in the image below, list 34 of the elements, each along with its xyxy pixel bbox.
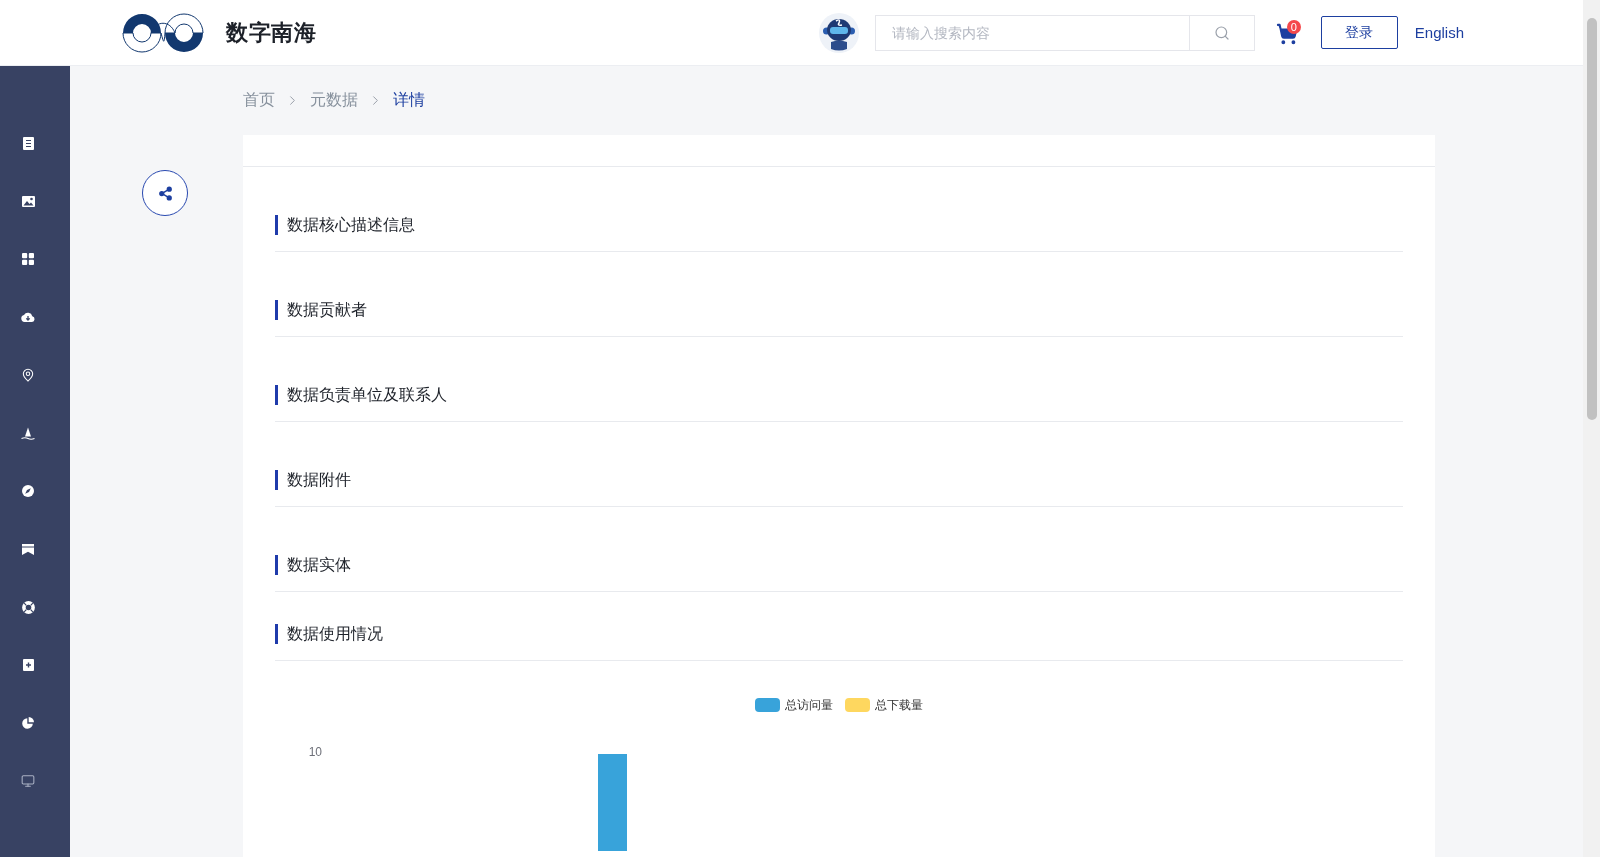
- cart-count-badge: 0: [1286, 20, 1301, 34]
- share-button[interactable]: [142, 170, 188, 216]
- grid-icon: [22, 253, 34, 265]
- section-title: 数据负责单位及联系人: [275, 385, 447, 405]
- document-icon: [22, 136, 34, 150]
- scrollbar-thumb[interactable]: [1587, 18, 1597, 420]
- section-title: 数据核心描述信息: [275, 215, 415, 235]
- search-field[interactable]: 请输入搜索内容: [874, 14, 1189, 51]
- robot-avatar-icon: [818, 12, 859, 53]
- language-link[interactable]: English: [1414, 24, 1464, 41]
- login-button[interactable]: 登录: [1320, 16, 1398, 49]
- scrollbar-track[interactable]: [1583, 0, 1600, 857]
- plus-square-icon: [22, 659, 34, 671]
- site-title: 数字南海: [226, 18, 316, 47]
- banner-icon: [22, 543, 34, 555]
- section-title: 数据附件: [275, 470, 351, 490]
- lifebuoy-icon: [21, 600, 35, 614]
- section-title: 数据使用情况: [275, 624, 383, 644]
- section-title: 数据实体: [275, 555, 351, 575]
- sailboat-icon: [21, 426, 35, 440]
- axis-tick-label: 10: [308, 745, 322, 760]
- compass-icon: [22, 485, 34, 497]
- share-icon: [157, 185, 173, 201]
- image-icon: [21, 195, 35, 207]
- map-pin-icon: [21, 368, 35, 382]
- section-title: 数据贡献者: [275, 300, 367, 320]
- legend-label: 总访问量: [785, 697, 833, 713]
- cart-button[interactable]: 0: [1275, 20, 1301, 45]
- legend-label: 总下载量: [875, 697, 923, 713]
- cloud-download-icon: [21, 312, 35, 322]
- monitor-icon: [21, 774, 35, 788]
- pie-chart-icon: [22, 717, 34, 729]
- search-icon: [1213, 24, 1230, 41]
- breadcrumb-link[interactable]: 详情: [393, 89, 425, 111]
